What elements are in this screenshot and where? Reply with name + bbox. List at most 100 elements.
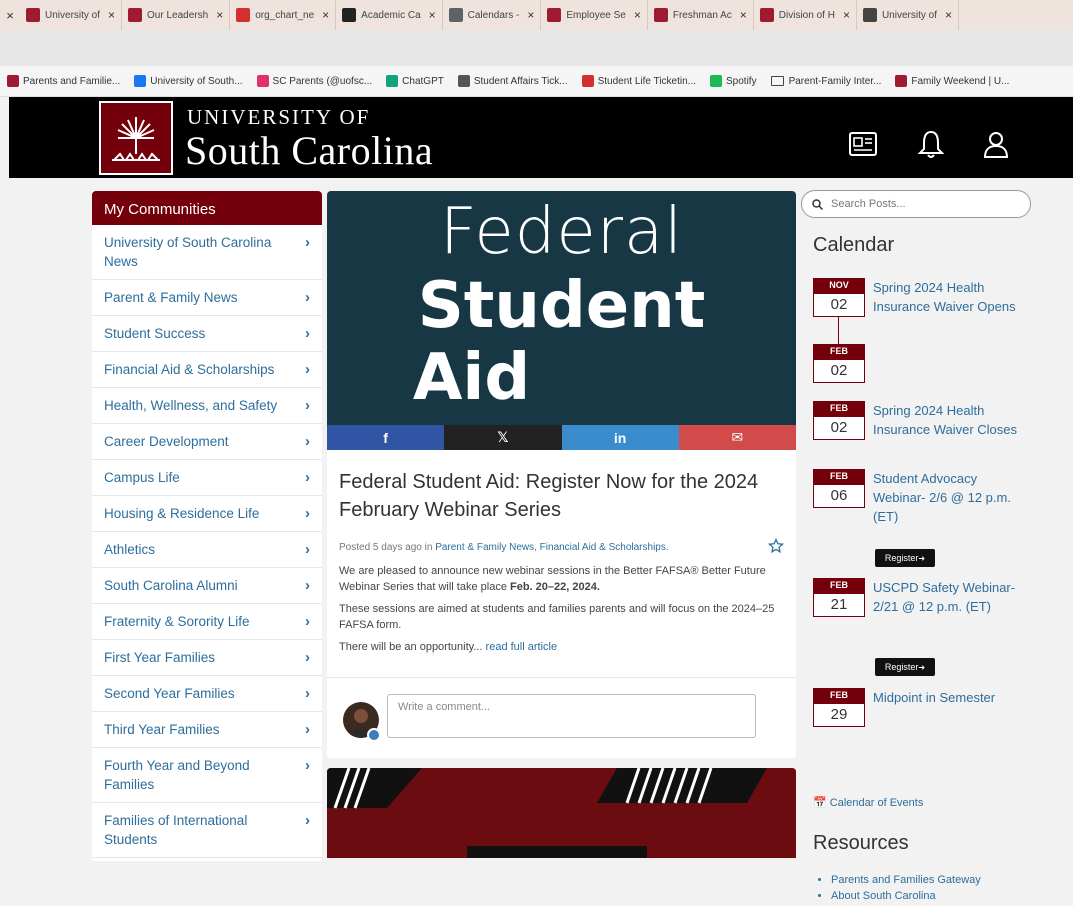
browser-tab[interactable]: University of × xyxy=(20,0,123,30)
x-icon[interactable]: 𝕏 xyxy=(444,425,562,450)
communities-sidebar: My Communities University of South Carol… xyxy=(92,191,322,861)
tab-title: Freshman Ac xyxy=(672,9,732,21)
category-link-financial-aid[interactable]: Financial Aid & Scholarships xyxy=(540,542,666,553)
post-hero-image[interactable]: Federal Student Aid xyxy=(327,191,796,425)
sidebar-title: My Communities xyxy=(92,191,322,225)
address-bar[interactable] xyxy=(10,36,1063,60)
sidebar-item[interactable]: Campus Life › xyxy=(92,460,322,496)
facebook-icon[interactable]: f xyxy=(327,425,445,450)
close-tab-icon[interactable]: × xyxy=(740,8,747,22)
sidebar-item[interactable]: Health, Wellness, and Safety › xyxy=(92,388,322,424)
sidebar-item[interactable]: Student Success › xyxy=(92,316,322,352)
post-title[interactable]: Federal Student Aid: Register Now for th… xyxy=(339,468,784,524)
post-paragraph-1-date: Feb. 20–22, 2024. xyxy=(510,581,600,593)
browser-tab[interactable]: Freshman Ac × xyxy=(648,0,754,30)
sidebar-item[interactable]: Fourth Year and Beyond Families › xyxy=(92,748,322,803)
close-tab-icon[interactable]: × xyxy=(108,8,115,22)
chevron-right-icon: › xyxy=(305,757,310,774)
bookmark-item[interactable]: Spotify xyxy=(703,75,764,87)
star-icon[interactable] xyxy=(767,537,785,557)
user-icon[interactable] xyxy=(979,127,1013,161)
register-button[interactable]: Register ➜ xyxy=(875,658,935,676)
date-badge: FEB 02 xyxy=(813,401,865,440)
close-tab-icon[interactable]: × xyxy=(634,8,641,22)
post-card: Federal Student Aid f 𝕏in ✉ Federal Studen… xyxy=(327,191,796,758)
close-tab-icon[interactable]: × xyxy=(843,8,850,22)
close-tab-icon[interactable]: × xyxy=(322,8,329,22)
event-title[interactable]: Spring 2024 Health Insurance Waiver Open… xyxy=(873,278,1023,316)
bookmark-label: SC Parents (@uofsc... xyxy=(272,75,373,87)
bookmark-item[interactable]: SC Parents (@uofsc... xyxy=(250,75,380,87)
sidebar-item-label: South Carolina Alumni xyxy=(104,578,238,593)
tab-title: University of xyxy=(45,9,101,21)
bookmark-item[interactable]: Family Weekend | U... xyxy=(888,75,1016,87)
sidebar-item[interactable]: Parent & Family News › xyxy=(92,280,322,316)
sidebar-item[interactable]: University of South Carolina News › xyxy=(92,225,322,280)
search-input[interactable]: Search Posts... xyxy=(801,190,1031,218)
browser-tab[interactable]: Academic Ca × xyxy=(336,0,443,30)
bell-icon[interactable] xyxy=(914,127,948,161)
sidebar-item-label: Second Year Families xyxy=(104,686,235,701)
resource-link[interactable]: About South Carolina xyxy=(831,890,981,902)
comment-row: Write a comment... xyxy=(327,677,796,758)
bookmark-item[interactable]: Parents and Familie... xyxy=(0,75,127,87)
event-title[interactable]: Spring 2024 Health Insurance Waiver Clos… xyxy=(873,401,1023,439)
email-icon[interactable]: ✉ xyxy=(678,425,796,450)
date-badge: FEB 06 xyxy=(813,469,865,508)
close-tab-icon[interactable]: × xyxy=(0,8,20,23)
browser-tab[interactable]: Calendars - × xyxy=(443,0,542,30)
date-badge: FEB 29 xyxy=(813,688,865,727)
close-tab-icon[interactable]: × xyxy=(527,8,534,22)
newspaper-icon[interactable] xyxy=(847,127,881,161)
bookmark-label: Spotify xyxy=(726,75,757,87)
hero-line-2: Student xyxy=(417,269,706,343)
sidebar-item-label: Student Success xyxy=(104,326,206,341)
browser-tab[interactable]: Our Leadersh × xyxy=(122,0,231,30)
event-title[interactable]: Midpoint in Semester xyxy=(873,688,1023,707)
close-tab-icon[interactable]: × xyxy=(429,8,436,22)
sidebar-item[interactable]: South Carolina Alumni › xyxy=(92,568,322,604)
sidebar-item[interactable]: Career Development › xyxy=(92,424,322,460)
date-month: NOV xyxy=(813,278,865,293)
sidebar-item[interactable]: Fraternity & Sorority Life › xyxy=(92,604,322,640)
linkedin-icon[interactable]: in xyxy=(561,425,679,450)
read-full-article-link[interactable]: read full article xyxy=(486,641,558,653)
sidebar-item[interactable]: Housing & Residence Life › xyxy=(92,496,322,532)
date-range-connector xyxy=(838,317,839,344)
category-link-parent-family[interactable]: Parent & Family News xyxy=(435,542,534,553)
resources-list: Parents and Families Gateway About South … xyxy=(831,874,981,906)
site-header: UNIVERSITY OF South Carolina xyxy=(9,97,1073,178)
calendar-of-events-link[interactable]: 📅 Calendar of Events xyxy=(813,796,923,809)
sidebar-item[interactable]: Athletics › xyxy=(92,532,322,568)
browser-tab[interactable]: University of × xyxy=(857,0,959,30)
bookmark-item[interactable]: University of South... xyxy=(127,75,249,87)
event-title[interactable]: Student Advocacy Webinar- 2/6 @ 12 p.m. … xyxy=(873,469,1023,526)
bookmark-item[interactable]: ChatGPT xyxy=(379,75,451,87)
resource-link[interactable]: Parents and Families Gateway xyxy=(831,874,981,886)
event-title[interactable]: USCPD Safety Webinar- 2/21 @ 12 p.m. (ET… xyxy=(873,578,1023,616)
tab-favicon-icon xyxy=(759,8,774,22)
browser-tab[interactable]: Division of H × xyxy=(754,0,857,30)
close-tab-icon[interactable]: × xyxy=(216,8,223,22)
sidebar-item[interactable]: Financial Aid & Scholarships › xyxy=(92,352,322,388)
chevron-right-icon: › xyxy=(305,505,310,522)
chevron-right-icon: › xyxy=(305,325,310,342)
bookmark-item[interactable]: Student Affairs Tick... xyxy=(451,75,575,87)
sidebar-item[interactable]: Second Year Families › xyxy=(92,676,322,712)
bookmark-item[interactable]: Student Life Ticketin... xyxy=(575,75,703,87)
usc-logo[interactable] xyxy=(99,101,173,175)
next-post-card[interactable] xyxy=(327,768,796,858)
sidebar-item[interactable]: Third Year Families › xyxy=(92,712,322,748)
sidebar-item[interactable]: First Year Families › xyxy=(92,640,322,676)
chevron-right-icon: › xyxy=(305,649,310,666)
bookmark-item[interactable]: Parent-Family Inter... xyxy=(764,76,889,87)
chevron-right-icon: › xyxy=(305,685,310,702)
hero-line-3: Aid xyxy=(412,341,531,415)
comment-input[interactable]: Write a comment... xyxy=(387,694,756,738)
register-button[interactable]: Register ➜ xyxy=(875,549,935,567)
browser-tab[interactable]: org_chart_ne × xyxy=(230,0,337,30)
browser-tab[interactable]: Employee Se × xyxy=(541,0,648,30)
date-day: 02 xyxy=(813,416,865,440)
close-tab-icon[interactable]: × xyxy=(945,8,952,22)
date-day: 02 xyxy=(813,359,865,383)
